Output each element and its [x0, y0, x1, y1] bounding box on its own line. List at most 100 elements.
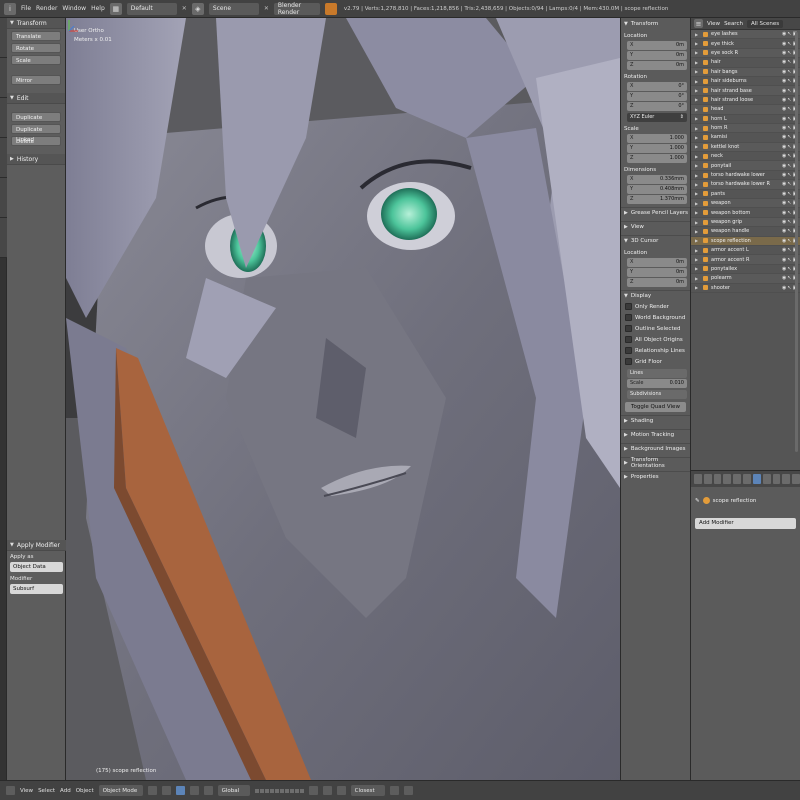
outliner-item[interactable]: ▶ weapon handle ◉↖▣ — [691, 227, 800, 237]
expand-triangle-icon[interactable]: ▶ — [695, 220, 698, 225]
manipulator-icon[interactable] — [175, 786, 185, 795]
menu-render[interactable]: Render — [36, 5, 57, 12]
constraints-tab-icon[interactable] — [743, 474, 751, 484]
world-background-checkbox[interactable]: World Background — [621, 312, 690, 323]
physics-tab-icon[interactable] — [792, 474, 800, 484]
outliner-item[interactable]: ▶ weapon ◉↖▣ — [691, 199, 800, 209]
outliner-item[interactable]: ▶ hair sideburns ◉↖▣ — [691, 77, 800, 87]
info-editor-icon[interactable]: i — [4, 2, 16, 15]
toggle-quad-view-button[interactable]: Toggle Quad View — [625, 402, 686, 412]
rotation-mode-select[interactable]: XYZ Euler ⇕ — [627, 113, 687, 122]
dimensions-x-field[interactable]: X 0.336mm — [627, 175, 687, 184]
proportional-edit-icon[interactable] — [322, 786, 332, 795]
transform-panel-header[interactable]: ▼ Transform — [7, 18, 65, 29]
translate-manipulator-icon[interactable] — [189, 786, 199, 795]
cursor-z-field[interactable]: Z 0m — [627, 278, 687, 287]
expand-triangle-icon[interactable]: ▶ — [695, 266, 698, 271]
close-layout-icon[interactable]: ✕ — [182, 5, 187, 12]
outliner-item[interactable]: ▶ head ◉↖▣ — [691, 105, 800, 115]
add-modifier-select[interactable]: Add Modifier — [695, 518, 796, 529]
outliner-item[interactable]: ▶ hair strand base ◉↖▣ — [691, 86, 800, 96]
tab-grease-pencil[interactable] — [0, 218, 7, 258]
outliner-item[interactable]: ▶ polearm ◉↖▣ — [691, 274, 800, 284]
outliner-item[interactable]: ▶ weapon grip ◉↖▣ — [691, 217, 800, 228]
scene-icon[interactable]: ◈ — [191, 2, 204, 15]
outliner-display-mode-select[interactable]: All Scenes — [746, 19, 784, 28]
render-animation-icon[interactable] — [403, 786, 413, 795]
display-section-header[interactable]: ▼ Display — [621, 290, 690, 301]
only-render-checkbox[interactable]: Only Render — [621, 301, 690, 312]
world-tab-icon[interactable] — [723, 474, 732, 484]
expand-triangle-icon[interactable]: ▶ — [695, 126, 698, 131]
expand-triangle-icon[interactable]: ▶ — [695, 285, 698, 290]
outliner-view-menu[interactable]: View — [707, 21, 720, 27]
close-scene-icon[interactable]: ✕ — [264, 5, 269, 12]
expand-triangle-icon[interactable]: ▶ — [695, 69, 698, 74]
3d-view-editor-icon[interactable] — [6, 786, 15, 795]
outliner-scrollbar[interactable] — [795, 32, 798, 452]
cursor-section-header[interactable]: ▼ 3D Cursor — [621, 235, 690, 246]
tab-physics[interactable] — [0, 178, 7, 218]
scene-tab-icon[interactable] — [713, 474, 722, 484]
location-y-field[interactable]: Y 0m — [627, 51, 687, 60]
expand-triangle-icon[interactable]: ▶ — [695, 79, 698, 84]
expand-triangle-icon[interactable]: ▶ — [695, 257, 698, 262]
orientation-select[interactable]: Global — [217, 785, 250, 796]
outliner-item[interactable]: ▶ hair ◉↖▣ — [691, 58, 800, 68]
expand-triangle-icon[interactable]: ▶ — [695, 60, 698, 65]
expand-triangle-icon[interactable]: ▶ — [695, 210, 698, 215]
tab-create[interactable] — [0, 58, 7, 98]
duplicate-button[interactable]: Duplicate — [11, 112, 61, 122]
outliner-item[interactable]: ▶ hair strand loose ◉↖▣ — [691, 96, 800, 106]
layer-buttons[interactable] — [254, 788, 304, 793]
delete-button[interactable]: Delete — [11, 136, 61, 146]
modifier-field[interactable]: Subsurf — [10, 584, 63, 594]
expand-triangle-icon[interactable]: ▶ — [695, 248, 698, 253]
expand-triangle-icon[interactable]: ▶ — [695, 201, 698, 206]
outliner-item[interactable]: ▶ torso hardwake lower R ◉↖▣ — [691, 180, 800, 190]
rotation-z-field[interactable]: Z 0° — [627, 102, 687, 111]
menu-add[interactable]: Add — [60, 788, 71, 794]
duplicate-linked-button[interactable]: Duplicate Linked — [11, 124, 61, 143]
outliner-item[interactable]: ▶ kettlel knot ◉↖▣ — [691, 142, 800, 153]
tab-animation[interactable] — [0, 138, 7, 178]
motion-tracking-header[interactable]: ▶ Motion Tracking — [621, 429, 690, 440]
dimensions-y-field[interactable]: Y 0.408mm — [627, 185, 687, 194]
outliner-item[interactable]: ▶ armor accent R ◉↖▣ — [691, 255, 800, 265]
menu-help[interactable]: Help — [91, 5, 105, 12]
rotation-x-field[interactable]: X 0° — [627, 82, 687, 91]
3d-viewport[interactable]: User Ortho Meters x 0.01 (175) scope ref… — [66, 18, 620, 780]
dimensions-z-field[interactable]: Z 1.370mm — [627, 195, 687, 204]
grid-scale-field[interactable]: Scale 0.010 — [627, 379, 687, 388]
outliner-editor-icon[interactable]: ≡ — [694, 19, 703, 28]
expand-triangle-icon[interactable]: ▶ — [695, 32, 698, 37]
expand-triangle-icon[interactable]: ▶ — [695, 107, 698, 112]
render-layers-tab-icon[interactable] — [703, 474, 712, 484]
outliner-search-menu[interactable]: Search — [724, 21, 743, 27]
screen-layout-icon[interactable]: ▦ — [109, 2, 122, 15]
transform-section-header[interactable]: ▼ Transform — [621, 18, 690, 29]
outliner-item[interactable]: ▶ kamisi ◉↖▣ — [691, 133, 800, 143]
tab-relations[interactable] — [0, 98, 7, 138]
expand-triangle-icon[interactable]: ▶ — [695, 229, 698, 234]
viewport-shading-icon[interactable] — [147, 786, 157, 795]
mirror-button[interactable]: Mirror — [11, 75, 61, 85]
properties-section-header[interactable]: ▶ Properties — [621, 471, 690, 482]
expand-triangle-icon[interactable]: ▶ — [695, 88, 698, 93]
outliner-item[interactable]: ▶ torso hardwake lower ◉↖▣ — [691, 171, 800, 181]
edit-panel-header[interactable]: ▼ Edit — [7, 93, 65, 104]
snap-magnet-icon[interactable] — [336, 786, 346, 795]
scale-button[interactable]: Scale — [11, 55, 61, 65]
scale-z-field[interactable]: Z 1.000 — [627, 154, 687, 163]
history-panel-header[interactable]: ▶ History — [7, 154, 65, 165]
outliner-item[interactable]: ▶ ponytail ◉↖▣ — [691, 161, 800, 171]
object-tab-icon[interactable] — [733, 474, 742, 484]
expand-triangle-icon[interactable]: ▶ — [695, 50, 698, 55]
outliner-item[interactable]: ▶ scope reflection ◉↖▣ — [691, 236, 800, 246]
transform-orientations-header[interactable]: ▶ Transform Orientations — [621, 457, 690, 469]
cursor-y-field[interactable]: Y 0m — [627, 268, 687, 277]
menu-window[interactable]: Window — [62, 5, 86, 12]
outliner-item[interactable]: ▶ eye sock R ◉↖▣ — [691, 48, 800, 59]
scale-y-field[interactable]: Y 1.000 — [627, 144, 687, 153]
scale-x-field[interactable]: X 1.000 — [627, 134, 687, 143]
